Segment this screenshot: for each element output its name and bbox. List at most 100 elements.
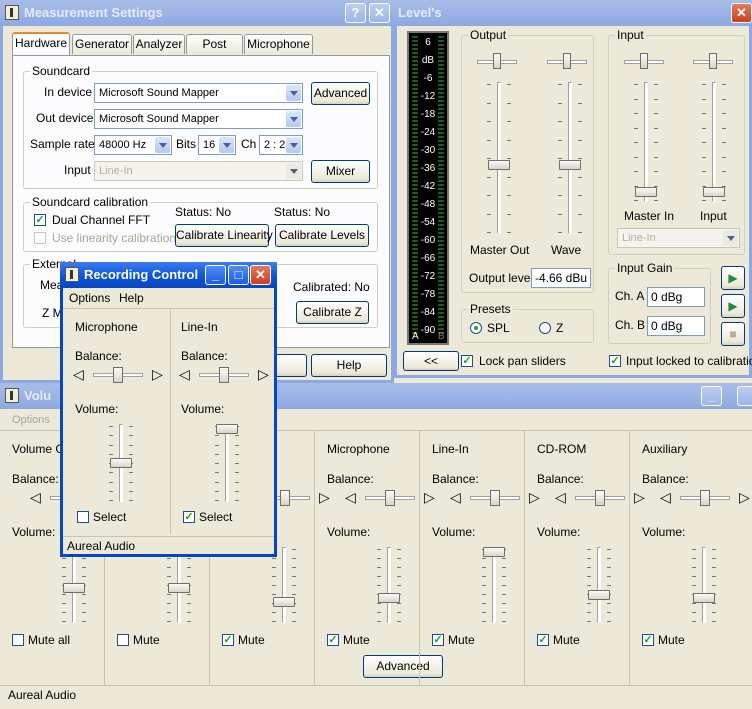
stop-button[interactable]: ■ bbox=[721, 322, 745, 346]
help-button[interactable]: Help bbox=[311, 354, 387, 377]
volume-thumb[interactable] bbox=[110, 458, 132, 468]
volume-slider[interactable] bbox=[62, 547, 86, 623]
volume-slider[interactable] bbox=[215, 424, 239, 502]
volume-slider[interactable] bbox=[167, 547, 191, 623]
mute-checkbox[interactable]: ✓ bbox=[432, 634, 444, 646]
close-icon[interactable]: ✕ bbox=[250, 265, 271, 285]
balance-slider-thumb[interactable] bbox=[280, 490, 290, 506]
volume-slider[interactable] bbox=[109, 424, 133, 502]
volume-thumb[interactable] bbox=[216, 424, 238, 434]
menu-options[interactable]: Options bbox=[12, 414, 50, 426]
volume-thumb[interactable] bbox=[588, 590, 610, 600]
chb-gain-field[interactable]: 0 dBg bbox=[647, 316, 705, 336]
volume-slider[interactable] bbox=[587, 547, 611, 623]
volume-thumb[interactable] bbox=[483, 547, 505, 557]
close-icon[interactable]: ✕ bbox=[731, 3, 752, 23]
mute-checkbox[interactable]: ✓ bbox=[642, 634, 654, 646]
mute-checkbox[interactable] bbox=[12, 634, 24, 646]
mute-checkbox[interactable]: ✓ bbox=[537, 634, 549, 646]
minimize-icon[interactable]: _ bbox=[205, 265, 226, 285]
advanced-button[interactable]: Advanced bbox=[311, 82, 370, 105]
mute-checkbox[interactable]: ✓ bbox=[222, 634, 234, 646]
input-select[interactable]: Line-In bbox=[94, 161, 303, 181]
mixer-button[interactable]: Mixer bbox=[311, 160, 370, 183]
measurement-settings-titlebar[interactable]: Measurement Settings ? ✕ bbox=[0, 0, 394, 26]
lock-pan-checkbox[interactable]: ✓ bbox=[461, 355, 473, 367]
tab-generator[interactable]: Generator bbox=[72, 34, 132, 54]
close-icon[interactable]: ✕ bbox=[369, 3, 390, 23]
balance-slider-thumb[interactable] bbox=[490, 490, 500, 506]
recording-control-titlebar[interactable]: Recording Control _ □ ✕ bbox=[60, 262, 277, 288]
balance-slider[interactable]: ◁▷ bbox=[345, 489, 440, 507]
step-play-button[interactable]: ▶ bbox=[721, 294, 745, 318]
menu-help[interactable]: Help bbox=[119, 291, 144, 305]
help-icon[interactable]: ? bbox=[345, 3, 366, 23]
dual-channel-checkbox[interactable]: ✓ bbox=[34, 214, 46, 226]
balance-slider[interactable]: ◁▷ bbox=[179, 366, 274, 384]
balance-slider[interactable]: ◁▷ bbox=[660, 489, 752, 507]
volume-thumb[interactable] bbox=[693, 593, 715, 603]
volume-slider[interactable] bbox=[377, 547, 401, 623]
tab-hardware[interactable]: Hardware bbox=[12, 32, 70, 56]
master-out-volume-thumb[interactable] bbox=[488, 160, 510, 170]
wave-pan-thumb[interactable] bbox=[563, 53, 571, 69]
mute-checkbox[interactable]: ✓ bbox=[327, 634, 339, 646]
balance-slider-thumb[interactable] bbox=[595, 490, 605, 506]
in-device-select[interactable]: Microsoft Sound Mapper bbox=[94, 83, 303, 103]
calibrate-linearity-button[interactable]: Calibrate Linearity bbox=[175, 224, 273, 247]
out-device-select[interactable]: Microsoft Sound Mapper bbox=[94, 109, 303, 129]
tab-post-proc[interactable]: Post Proc. bbox=[186, 34, 243, 69]
input-locked-checkbox[interactable]: ✓ bbox=[609, 355, 621, 367]
tab-microphone[interactable]: Microphone bbox=[244, 34, 313, 54]
calibrate-z-button[interactable]: Calibrate Z bbox=[296, 301, 369, 324]
balance-slider[interactable]: ◁▷ bbox=[73, 366, 168, 384]
balance-slider[interactable]: ◁▷ bbox=[450, 489, 545, 507]
volume-thumb[interactable] bbox=[63, 583, 85, 593]
input-pan-thumb[interactable] bbox=[709, 53, 717, 69]
balance-slider-thumb[interactable] bbox=[700, 490, 710, 506]
select-checkbox[interactable]: ✓ bbox=[183, 511, 195, 523]
balance-slider-thumb[interactable] bbox=[385, 490, 395, 506]
tab-analyzer[interactable]: Analyzer bbox=[133, 34, 185, 54]
volume-slider[interactable] bbox=[692, 547, 716, 623]
ch-select[interactable]: 2 : 2 bbox=[259, 135, 303, 155]
mute-checkbox[interactable] bbox=[117, 634, 129, 646]
cha-gain-field[interactable]: 0 dBg bbox=[647, 287, 705, 307]
calibrate-levels-button[interactable]: Calibrate Levels bbox=[275, 224, 369, 247]
z-radio[interactable] bbox=[539, 322, 551, 334]
output-level-field[interactable]: -4.66 dBu bbox=[531, 268, 591, 288]
select-checkbox[interactable] bbox=[77, 511, 89, 523]
volume-slider[interactable] bbox=[272, 547, 296, 623]
hidden-button[interactable] bbox=[273, 354, 307, 377]
balance-slider-thumb[interactable] bbox=[113, 367, 123, 383]
linearity-checkbox[interactable] bbox=[34, 232, 46, 244]
input-source-select[interactable]: Line-In bbox=[617, 228, 740, 248]
master-out-volume-slider[interactable] bbox=[487, 82, 511, 234]
minimize-icon[interactable]: _ bbox=[701, 386, 722, 406]
master-in-volume-slider[interactable] bbox=[634, 82, 658, 202]
wave-volume-thumb[interactable] bbox=[559, 160, 581, 170]
volume-slider[interactable] bbox=[482, 547, 506, 623]
input-volume-thumb[interactable] bbox=[703, 187, 725, 197]
bits-select[interactable]: 16 bbox=[198, 135, 236, 155]
play-button[interactable]: ▶ bbox=[721, 266, 745, 290]
back-button[interactable]: << bbox=[403, 351, 459, 371]
volume-thumb[interactable] bbox=[168, 583, 190, 593]
master-in-pan-thumb[interactable] bbox=[640, 53, 648, 69]
wave-volume-slider[interactable] bbox=[558, 82, 582, 234]
levels-titlebar[interactable]: Level's ✕ bbox=[394, 0, 752, 26]
close-icon[interactable] bbox=[737, 386, 752, 406]
spl-radio[interactable] bbox=[470, 322, 482, 334]
volume-thumb[interactable] bbox=[378, 593, 400, 603]
sample-rate-select[interactable]: 48000 Hz bbox=[94, 135, 172, 155]
advanced-button[interactable]: Advanced bbox=[363, 655, 443, 678]
master-in-volume-thumb[interactable] bbox=[635, 187, 657, 197]
maximize-icon[interactable]: □ bbox=[228, 265, 249, 285]
balance-slider-thumb[interactable] bbox=[219, 367, 229, 383]
volume-thumb[interactable] bbox=[273, 597, 295, 607]
balance-slider[interactable]: ◁▷ bbox=[555, 489, 650, 507]
input-volume-slider[interactable] bbox=[702, 82, 726, 202]
master-out-pan-thumb[interactable] bbox=[493, 53, 501, 69]
chevron-down-icon bbox=[219, 137, 234, 153]
menu-options[interactable]: Options bbox=[69, 291, 110, 305]
